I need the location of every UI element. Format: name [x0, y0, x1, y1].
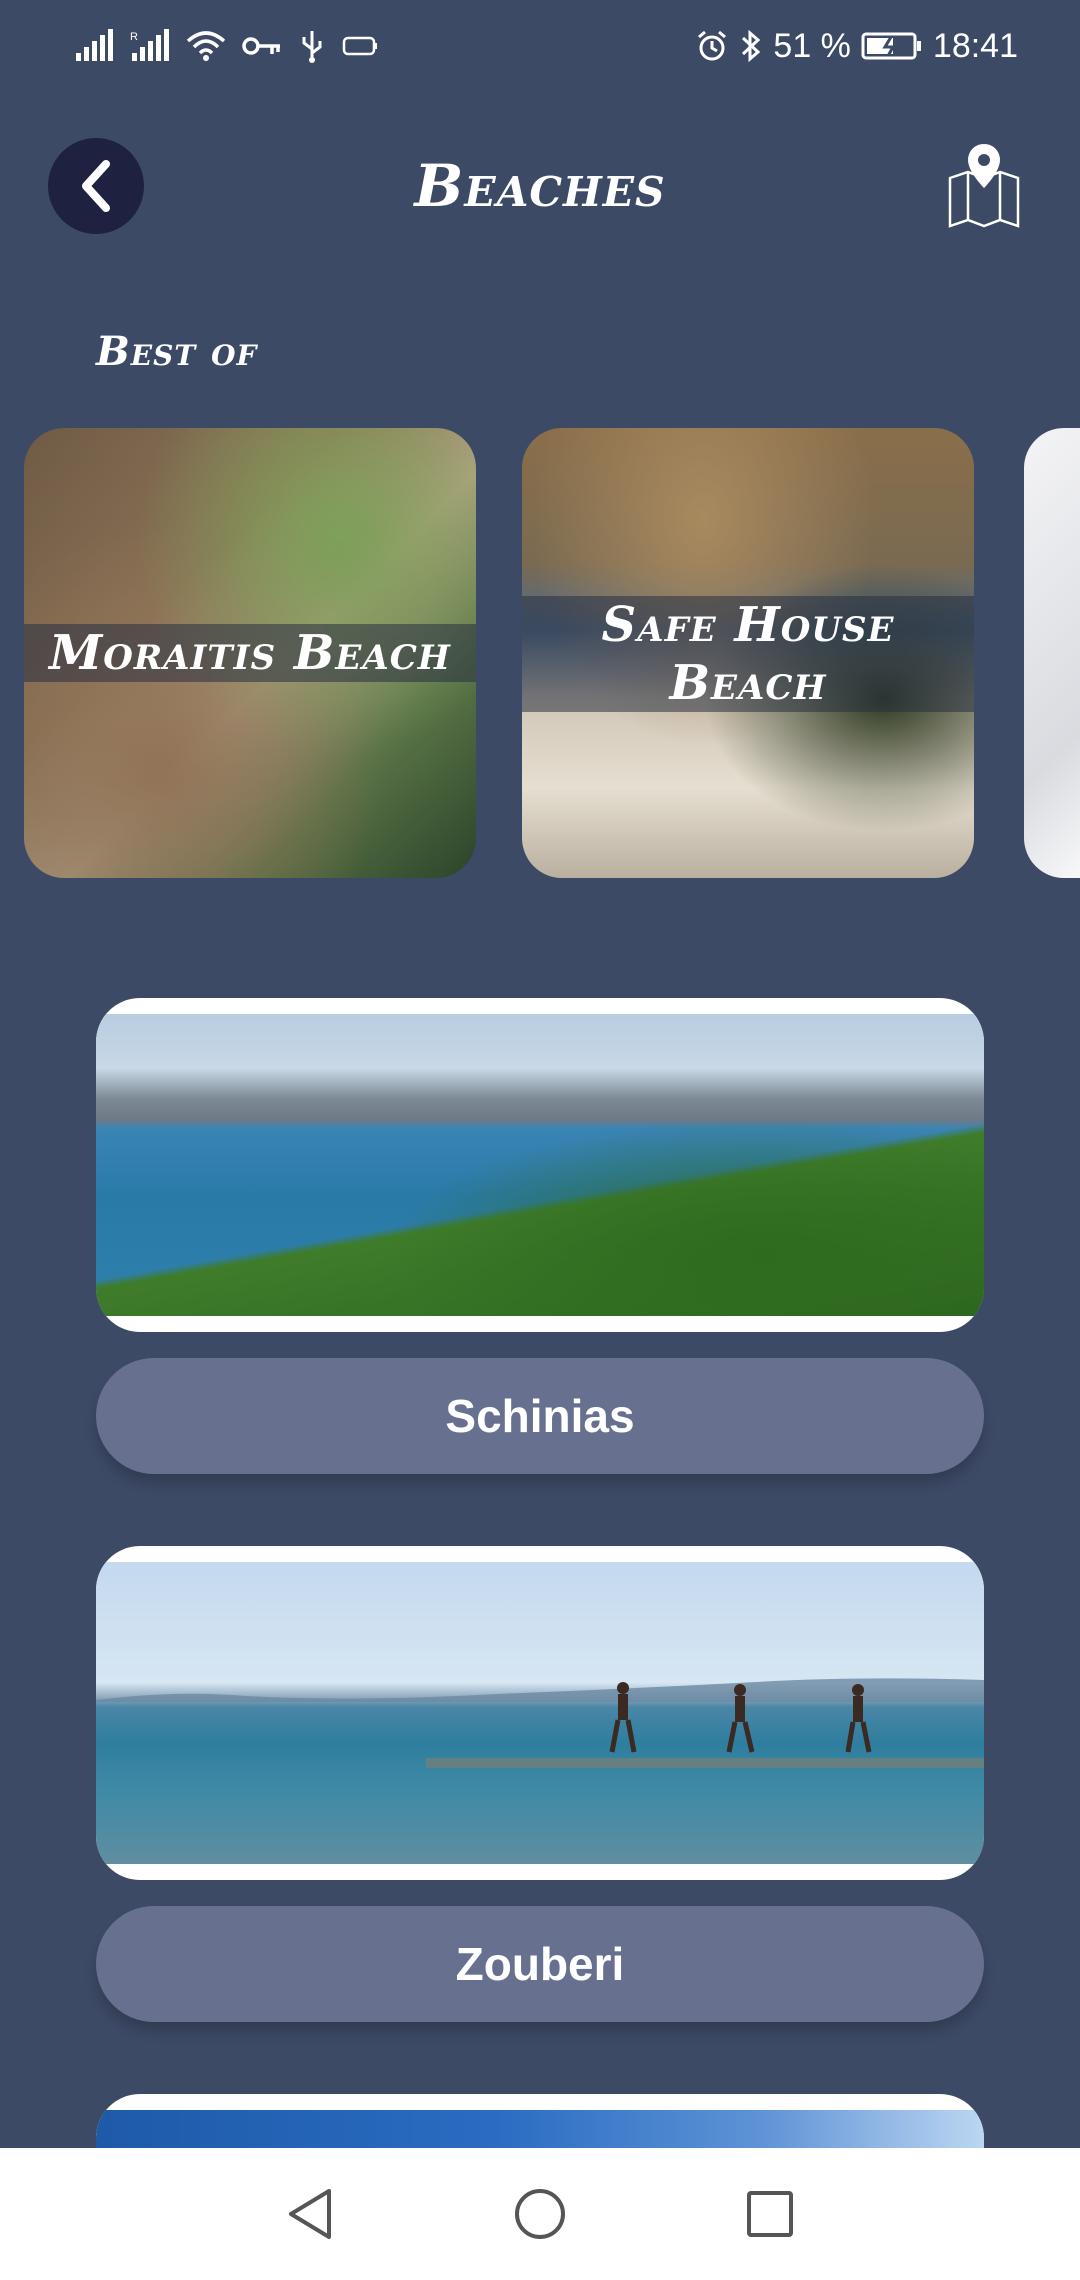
zouberi-photo [96, 1562, 984, 1864]
roaming-signal-icon: R [130, 29, 170, 63]
best-of-card-moraitis[interactable]: Moraitis Beach [24, 428, 476, 878]
card-label: Safe House Beach [522, 596, 974, 712]
beach-button-schinias[interactable]: Schinias [96, 1358, 984, 1474]
page-title: Beaches [414, 152, 666, 220]
beach-button-zouberi[interactable]: Zouberi [96, 1906, 984, 2022]
chevron-left-icon [76, 158, 116, 214]
svg-text:R: R [130, 31, 138, 43]
back-button[interactable] [48, 138, 144, 234]
triangle-back-icon [285, 2187, 335, 2241]
clock: 18:41 [932, 26, 1018, 65]
card-label: Moraitis Beach [24, 624, 476, 682]
battery-saver-icon [342, 29, 378, 63]
map-pin-icon [946, 142, 1022, 230]
best-of-title: Best of [96, 328, 258, 375]
battery-percent: 51 % [773, 26, 851, 65]
alarm-icon [695, 29, 729, 63]
schinias-photo [96, 1014, 984, 1316]
bluetooth-icon [739, 28, 763, 64]
navigation-bar [0, 2148, 1080, 2280]
circle-home-icon [513, 2187, 567, 2241]
map-button[interactable] [944, 140, 1024, 232]
best-of-carousel[interactable]: Moraitis Beach Safe House Beach [0, 428, 1080, 878]
wifi-icon [186, 29, 226, 63]
battery-charging-icon [861, 29, 923, 63]
beaches-screen: R 51 % 18:41 Beaches Best of Moraitis Be… [0, 0, 1080, 2280]
beach-image-schinias[interactable] [96, 998, 984, 1332]
usb-icon [298, 29, 326, 63]
status-left-icons: R [74, 24, 378, 68]
nav-home-button[interactable] [510, 2184, 570, 2244]
square-recent-icon [745, 2189, 795, 2239]
signal-icon [74, 29, 114, 63]
nav-back-button[interactable] [280, 2184, 340, 2244]
beach-image-zouberi[interactable] [96, 1546, 984, 1880]
best-of-card-partial[interactable] [1024, 428, 1080, 878]
best-of-card-safe-house[interactable]: Safe House Beach [522, 428, 974, 878]
nav-recent-button[interactable] [740, 2184, 800, 2244]
status-bar: R 51 % 18:41 [0, 0, 1080, 92]
key-icon [242, 29, 282, 63]
status-right-icons: 51 % 18:41 [695, 22, 1018, 70]
